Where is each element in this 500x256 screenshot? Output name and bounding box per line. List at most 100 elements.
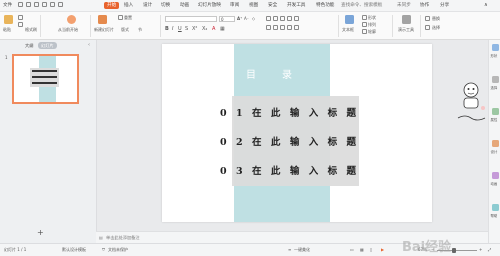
redo-icon[interactable]	[50, 2, 55, 7]
tab-10[interactable]: 特色功能	[316, 2, 334, 8]
align-right-icon[interactable]	[280, 25, 285, 30]
bold-icon[interactable]: B	[165, 26, 169, 32]
clear-format-icon[interactable]: ◇	[252, 16, 255, 21]
slide-canvas[interactable]: 目录 01在此输入标题 02在此输入标题 03在此输入标题	[162, 44, 432, 222]
indent-icon[interactable]	[280, 16, 285, 21]
outline-label[interactable]: 轮廓	[368, 29, 376, 35]
layout-icon[interactable]	[118, 15, 123, 20]
protect-status[interactable]: 文档未保护	[108, 247, 128, 253]
select-label[interactable]: 选择	[432, 25, 440, 31]
select-icon[interactable]	[425, 25, 430, 30]
beautify-button[interactable]: 一键美化	[294, 247, 310, 253]
share-button[interactable]: 分享	[440, 2, 449, 8]
new-slide-label[interactable]: 新建幻灯片	[94, 27, 114, 33]
reset-label[interactable]: 重置	[124, 15, 132, 21]
outline-icon[interactable]	[362, 29, 367, 34]
play-icon[interactable]	[67, 15, 76, 24]
tab-3[interactable]: 切换	[161, 2, 170, 8]
design-pane-icon[interactable]	[491, 140, 499, 147]
slide-title[interactable]: 目录	[234, 66, 330, 81]
file-menu[interactable]: 文件	[3, 2, 12, 8]
tab-7[interactable]: 视图	[249, 2, 258, 8]
normal-view-icon[interactable]: ▭	[350, 247, 354, 252]
justify-icon[interactable]	[287, 25, 292, 30]
sorter-view-icon[interactable]: ▦	[360, 247, 364, 252]
italic-icon[interactable]: I	[172, 26, 173, 32]
tab-1[interactable]: 插入	[124, 2, 133, 8]
reading-view-icon[interactable]: ▯	[370, 247, 372, 252]
section-label[interactable]: 节	[138, 27, 142, 33]
distribute-icon[interactable]	[294, 25, 299, 30]
print-icon[interactable]	[34, 2, 39, 7]
animation-pane-icon[interactable]	[491, 172, 499, 179]
tab-6[interactable]: 审阅	[230, 2, 239, 8]
play-from-current-label[interactable]: 从当前开始	[58, 27, 78, 33]
superscript-icon[interactable]: X²	[192, 26, 197, 32]
highlight-icon[interactable]: ▦	[220, 26, 225, 32]
tab-9[interactable]: 开发工具	[287, 2, 305, 8]
shape-label[interactable]: 形状	[368, 15, 376, 21]
grow-font-icon[interactable]: A⁺	[237, 16, 242, 21]
shape-icon[interactable]	[362, 15, 367, 20]
outdent-icon[interactable]	[287, 16, 292, 21]
more-icon[interactable]	[58, 2, 63, 7]
open-icon[interactable]	[26, 2, 31, 7]
align-center-icon[interactable]	[273, 25, 278, 30]
tab-outline[interactable]: 大纲	[22, 42, 36, 49]
tab-2[interactable]: 设计	[143, 2, 152, 8]
new-slide-icon[interactable]	[98, 15, 107, 24]
beautify-icon[interactable]: ≡	[288, 247, 291, 252]
minimize-icon[interactable]: ∧	[484, 2, 488, 8]
collapse-panel-icon[interactable]: ‹	[88, 42, 90, 48]
undo-icon[interactable]	[42, 2, 47, 7]
layout-label[interactable]: 版式	[121, 27, 129, 33]
copy-icon[interactable]	[18, 22, 23, 27]
font-name-input[interactable]	[165, 16, 217, 22]
align-left-icon[interactable]	[266, 25, 271, 30]
replace-label[interactable]: 替换	[432, 16, 440, 22]
zoom-in-icon[interactable]: +	[479, 247, 482, 252]
toc-item-2[interactable]: 02在此输入标题	[220, 134, 370, 148]
tab-4[interactable]: 动画	[180, 2, 189, 8]
line-spacing-icon[interactable]	[294, 16, 299, 21]
tab-slides[interactable]: 幻灯片	[38, 42, 57, 49]
replace-icon[interactable]	[425, 16, 430, 21]
notes-placeholder[interactable]: 单击此处添加备注	[106, 235, 140, 241]
tab-0[interactable]: 开始	[104, 1, 120, 9]
save-icon[interactable]	[18, 2, 23, 7]
format-painter-label[interactable]: 格式刷	[25, 27, 37, 33]
toc-item-1[interactable]: 01在此输入标题	[220, 105, 370, 119]
textbox-icon[interactable]	[345, 15, 354, 24]
help-pane-icon[interactable]	[491, 204, 499, 211]
presenter-tools-label[interactable]: 演示工具	[398, 27, 414, 33]
tab-8[interactable]: 安全	[268, 2, 277, 8]
cut-icon[interactable]	[18, 15, 23, 20]
shadow-icon[interactable]: S	[185, 26, 188, 32]
font-size-input[interactable]: 0	[219, 16, 235, 22]
select-pane-icon[interactable]	[491, 76, 499, 83]
tab-5[interactable]: 幻灯片放映	[198, 2, 221, 8]
add-slide-button[interactable]: +	[37, 228, 44, 237]
arrange-icon[interactable]	[362, 22, 367, 27]
property-pane-icon[interactable]	[491, 108, 499, 115]
arrange-label[interactable]: 排列	[368, 22, 376, 28]
subscript-icon[interactable]: X₂	[202, 26, 207, 32]
fit-window-icon[interactable]: ⤢	[488, 247, 491, 252]
shrink-font-icon[interactable]: A⁻	[244, 16, 249, 21]
presenter-tools-icon[interactable]	[402, 15, 411, 24]
number-list-icon[interactable]	[273, 16, 278, 21]
font-color-icon[interactable]: A	[212, 26, 215, 32]
collab-button[interactable]: 协作	[420, 2, 429, 8]
shape-pane-icon[interactable]	[491, 44, 499, 51]
zoom-slider-thumb[interactable]	[452, 247, 456, 253]
toc-item-3[interactable]: 03在此输入标题	[220, 163, 370, 177]
sync-status[interactable]: 未同步	[397, 2, 411, 8]
slide-thumbnail[interactable]	[12, 54, 79, 104]
search-input[interactable]: 查找命令、搜索模板	[341, 2, 382, 8]
theme-name[interactable]: 默认设计模板	[62, 247, 86, 253]
slideshow-play-icon[interactable]: ▶	[381, 247, 384, 252]
bullet-list-icon[interactable]	[266, 16, 271, 21]
textbox-label[interactable]: 文本框	[342, 27, 354, 33]
paste-icon[interactable]	[4, 15, 13, 24]
underline-icon[interactable]: U	[178, 26, 182, 32]
